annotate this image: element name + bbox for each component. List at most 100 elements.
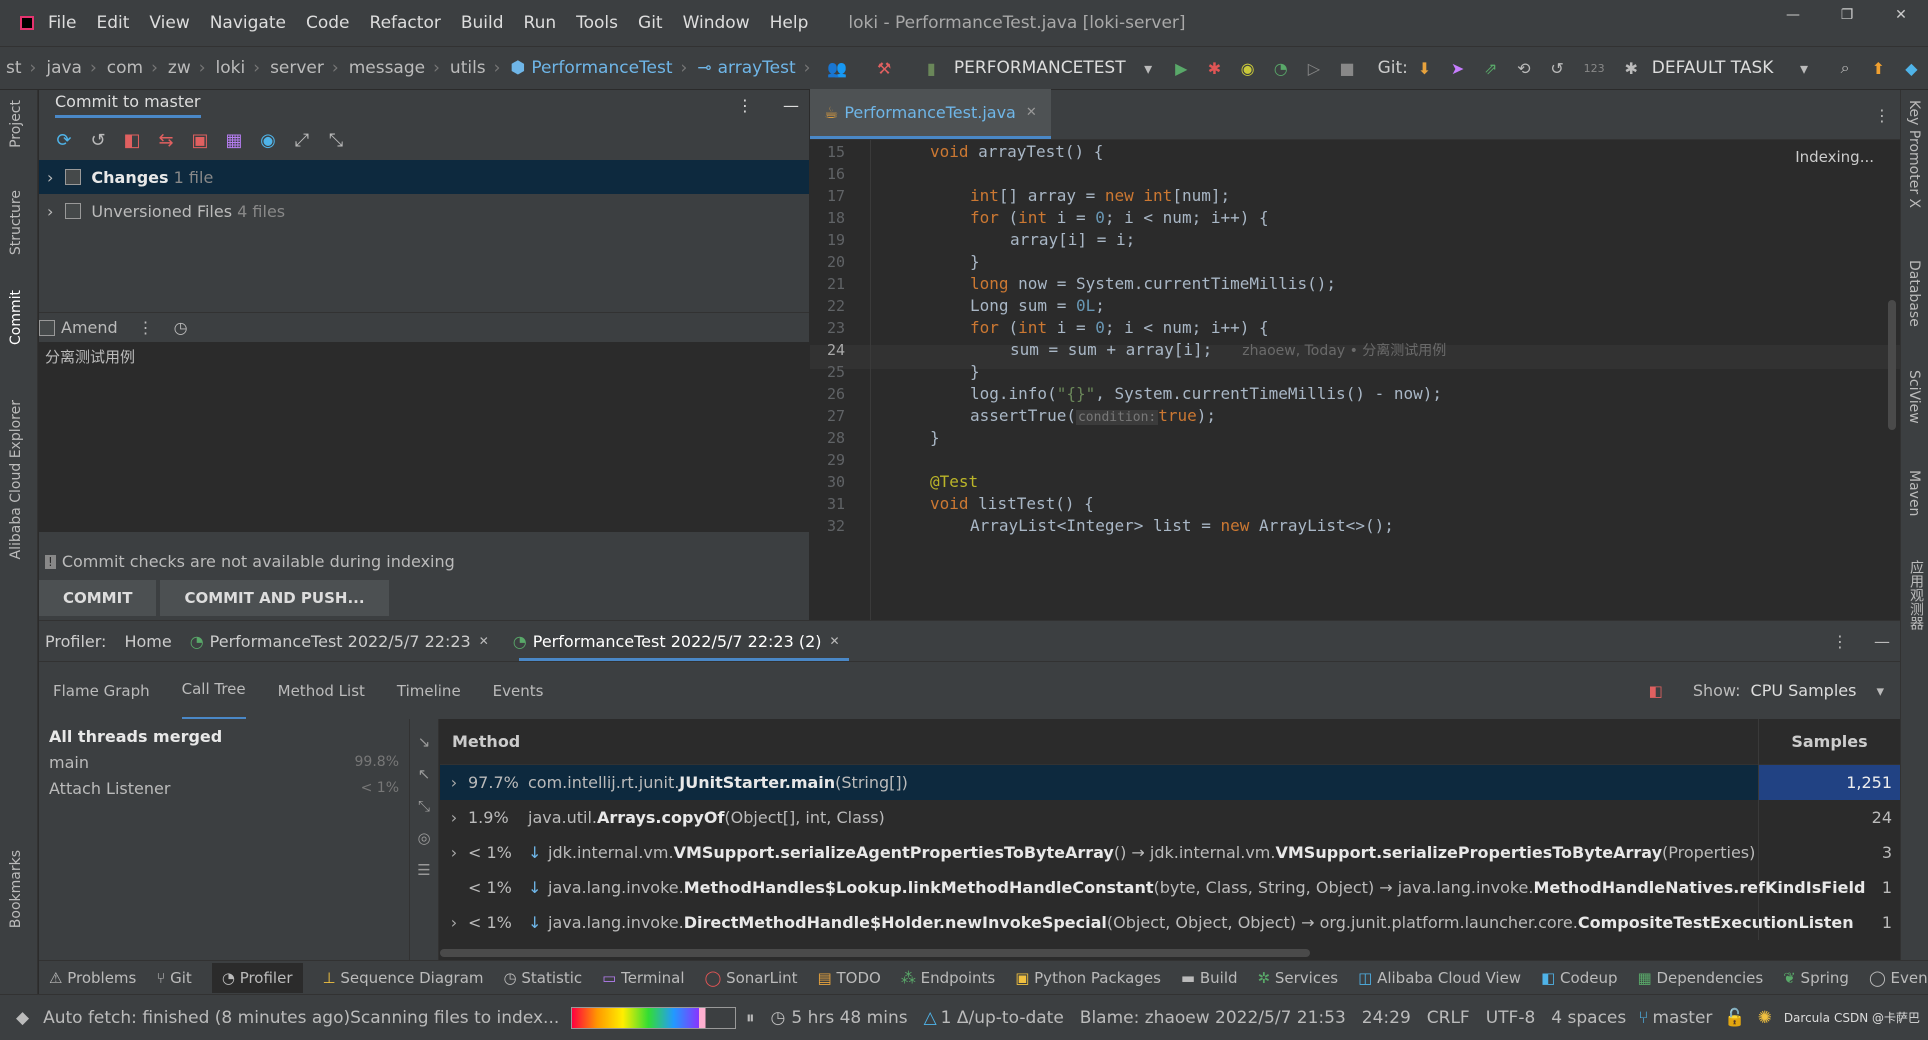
export-icon[interactable]: ◧ (1649, 682, 1663, 700)
maximize-icon[interactable]: ❐ (1820, 0, 1874, 30)
thread-attach-listener[interactable]: Attach Listener < 1% (39, 775, 409, 801)
tab-maven[interactable]: Maven (1906, 470, 1922, 516)
menu-code[interactable]: Code (306, 13, 350, 33)
hide-panel-icon[interactable]: — (1874, 632, 1890, 651)
plugin-icon[interactable]: ◆ (1901, 59, 1922, 78)
rerun-icon[interactable]: ▷ (1303, 59, 1324, 78)
tab-database[interactable]: Database (1906, 260, 1922, 327)
tool-sonarlint[interactable]: ◯ SonarLint (705, 969, 798, 987)
menu-navigate[interactable]: Navigate (210, 13, 286, 33)
close-tab-icon[interactable]: ✕ (1026, 105, 1037, 120)
time-spent[interactable]: 5 hrs 48 mins (791, 1008, 907, 1028)
indent-setting[interactable]: 4 spaces (1551, 1008, 1626, 1028)
blame-status[interactable]: Blame: zhaoew 2022/5/7 21:53 (1080, 1008, 1346, 1028)
chevron-down-icon[interactable]: ▾ (1876, 682, 1884, 700)
tab-events[interactable]: Events (493, 662, 544, 720)
git-push-icon[interactable]: ⇗ (1480, 59, 1501, 78)
tab-snapshot-2[interactable]: PerformanceTest 2022/5/7 22:23 (2) (533, 632, 822, 651)
breadcrumb-zw[interactable]: zw (168, 58, 191, 78)
run-icon[interactable]: ▶ (1171, 59, 1192, 78)
update-icon[interactable]: ⬆ (1868, 59, 1889, 78)
collapse-all-icon[interactable]: ⤡ (319, 130, 353, 151)
collapse-icon[interactable]: ↖ (410, 765, 438, 783)
hammer-icon[interactable]: ⚒ (874, 59, 895, 78)
minimize-icon[interactable]: — (1766, 0, 1820, 30)
merge-icon[interactable]: ⤡ (410, 797, 438, 815)
tab-flame-graph[interactable]: Flame Graph (53, 662, 150, 720)
more-icon[interactable]: ⋮ (1832, 632, 1848, 651)
tool-alibaba-cloud-view[interactable]: ◫ Alibaba Cloud View (1358, 969, 1521, 987)
tab-alibaba-cloud-explorer[interactable]: Alibaba Cloud Explorer (8, 400, 24, 559)
menu-window[interactable]: Window (683, 13, 750, 33)
rollback-icon[interactable]: ↺ (1546, 59, 1567, 78)
chevron-down-icon[interactable]: ▾ (1793, 59, 1814, 78)
thread-all[interactable]: All threads merged (39, 723, 409, 749)
tab-snapshot-1[interactable]: PerformanceTest 2022/5/7 22:23 (210, 632, 471, 651)
expand-icon[interactable]: ↘ (410, 733, 438, 751)
tool-python-packages[interactable]: ▣ Python Packages (1015, 969, 1161, 987)
close-icon[interactable]: ✕ (1874, 0, 1928, 30)
amend-checkbox[interactable] (39, 319, 55, 336)
tab-commit[interactable]: Commit (8, 290, 24, 345)
git-branch[interactable]: master (1652, 1008, 1712, 1028)
breadcrumb-server[interactable]: server (270, 58, 324, 78)
notification-icon[interactable]: ✺ (1758, 1008, 1772, 1028)
call-tree-row[interactable]: › 97.7% com.intellij.rt.junit. JUnitStarter… (440, 765, 1900, 800)
menu-run[interactable]: Run (524, 13, 557, 33)
breadcrumb-java[interactable]: java (46, 58, 82, 78)
profile-icon[interactable]: ◔ (1270, 59, 1291, 78)
tab-structure[interactable]: Structure (8, 190, 24, 255)
tab-key-promoter[interactable]: Key Promoter X (1906, 100, 1922, 208)
thread-main[interactable]: main 99.8% (39, 749, 409, 775)
tab-bookmarks[interactable]: Bookmarks (8, 850, 24, 928)
vcs-status[interactable]: 1 Δ/up-to-date (941, 1008, 1064, 1028)
eye-icon[interactable]: ◎ (410, 829, 438, 847)
tool-services[interactable]: ✲ Services (1258, 969, 1339, 987)
unversioned-row[interactable]: › Unversioned Files 4 files (39, 194, 809, 228)
file-encoding[interactable]: UTF-8 (1486, 1008, 1536, 1028)
chevron-right-icon[interactable]: › (47, 202, 53, 221)
hide-panel-icon[interactable]: — (783, 96, 799, 115)
more-options-icon[interactable]: ⋮ (737, 96, 753, 115)
commit-and-push-button[interactable]: COMMIT AND PUSH... (160, 580, 389, 616)
group-by-icon[interactable]: ▦ (217, 130, 251, 151)
menu-view[interactable]: View (149, 13, 189, 33)
tool-dependencies[interactable]: ▦ Dependencies (1637, 969, 1763, 987)
commit-message-field[interactable]: 分离测试用例 (39, 342, 809, 532)
menu-build[interactable]: Build (461, 13, 504, 33)
breadcrumb-method[interactable]: arrayTest (718, 58, 796, 78)
breadcrumb-message[interactable]: message (349, 58, 425, 78)
tool-terminal[interactable]: ▭ Terminal (602, 969, 684, 987)
line-separator[interactable]: CRLF (1427, 1008, 1470, 1028)
stop-icon[interactable]: ■ (1336, 59, 1357, 78)
tool-build[interactable]: ▬ Build (1181, 969, 1238, 987)
history-icon[interactable]: ⟲ (1513, 59, 1534, 78)
tool-statistic[interactable]: ◷ Statistic (504, 969, 583, 987)
commit-button[interactable]: COMMIT (39, 580, 157, 616)
more-icon[interactable]: ⋮ (138, 318, 154, 337)
amend-label[interactable]: Amend (61, 318, 118, 337)
unversioned-checkbox[interactable] (65, 203, 82, 219)
changelist-icon[interactable]: ⇆ (149, 130, 183, 151)
tab-project[interactable]: Project (8, 100, 24, 148)
show-select[interactable]: CPU Samples (1751, 681, 1857, 700)
tool-sequence-diagram[interactable]: ⊥ Sequence Diagram (323, 969, 484, 987)
list-icon[interactable]: ☰ (410, 861, 438, 879)
menu-file[interactable]: File (48, 13, 76, 33)
task-select[interactable]: DEFAULT TASK (1652, 58, 1774, 78)
git-commit-icon[interactable]: ➤ (1447, 59, 1468, 78)
menu-tools[interactable]: Tools (576, 13, 618, 33)
expand-all-icon[interactable]: ⤢ (285, 130, 319, 151)
menu-edit[interactable]: Edit (96, 13, 129, 33)
call-tree-row[interactable]: › < 1% ↓ jdk.internal.vm. VMSupport.serializ… (440, 835, 1900, 870)
users-icon[interactable]: 👥 (826, 59, 847, 78)
rollback-icon[interactable]: ↺ (81, 130, 115, 151)
breadcrumb-utils[interactable]: utils (450, 58, 486, 78)
breadcrumb-st[interactable]: st (6, 58, 22, 78)
call-tree-row[interactable]: › < 1% ↓ java.lang.invoke. DirectMethodHandl… (440, 905, 1900, 940)
search-icon[interactable]: ⌕ (1835, 58, 1856, 78)
caret-position[interactable]: 24:29 (1362, 1008, 1411, 1028)
breadcrumb-com[interactable]: com (107, 58, 143, 78)
shelve-icon[interactable]: ▣ (183, 130, 217, 151)
run-config-select[interactable]: PERFORMANCETEST (954, 58, 1126, 78)
